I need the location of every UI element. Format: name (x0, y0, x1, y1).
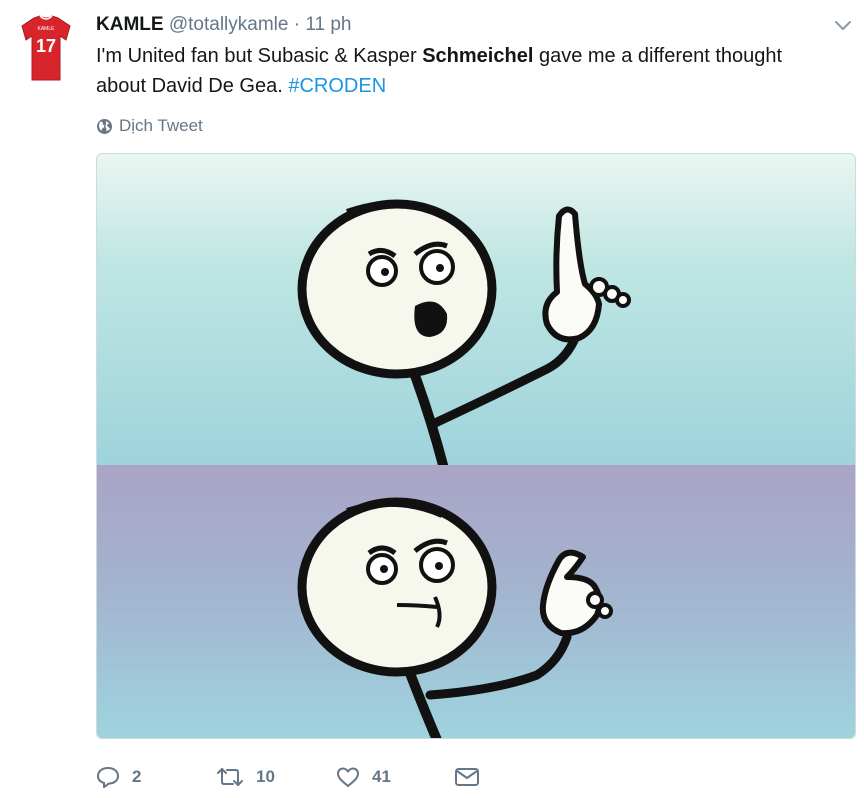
avatar-jersey-name: KAMLE (38, 26, 56, 32)
avatar[interactable]: KAMLE 17 (20, 14, 72, 82)
retweet-button[interactable]: 10 (216, 766, 336, 788)
tweet-actions: 2 10 41 (96, 762, 480, 792)
tweet-media[interactable] (96, 153, 856, 739)
message-icon (455, 768, 479, 786)
tweet-text-bold: Schmeichel (422, 45, 534, 67)
author-handle[interactable]: @totallykamle (169, 14, 289, 35)
translate-label: Dịch Tweet (119, 116, 203, 135)
translate-tweet-link[interactable]: Dịch Tweet (96, 114, 203, 138)
like-count: 41 (372, 767, 391, 786)
meme-panel-bottom (97, 465, 855, 738)
retweet-count: 10 (256, 767, 275, 786)
avatar-jersey-number: 17 (36, 36, 56, 56)
heart-icon (337, 767, 359, 787)
hashtag-link[interactable]: #CRODEN (288, 75, 386, 97)
retweet-icon (217, 768, 243, 786)
globe-icon (97, 118, 112, 134)
tweet-header: KAMLE @totallykamle · 11 ph (96, 12, 351, 38)
meme-panel-top (97, 154, 855, 470)
tweet-text: I'm United fan but Subasic & Kasper Schm… (96, 41, 836, 101)
author-name[interactable]: KAMLE (96, 14, 164, 35)
reply-button[interactable]: 2 (96, 766, 216, 788)
like-button[interactable]: 41 (336, 766, 454, 788)
timestamp[interactable]: 11 ph (305, 14, 351, 35)
tweet-text-part1: I'm United fan but Subasic & Kasper (96, 45, 423, 67)
chevron-down-icon[interactable] (832, 14, 854, 36)
separator: · (293, 14, 301, 35)
reply-icon (97, 767, 119, 788)
direct-message-button[interactable] (454, 767, 480, 787)
reply-count: 2 (132, 767, 142, 786)
